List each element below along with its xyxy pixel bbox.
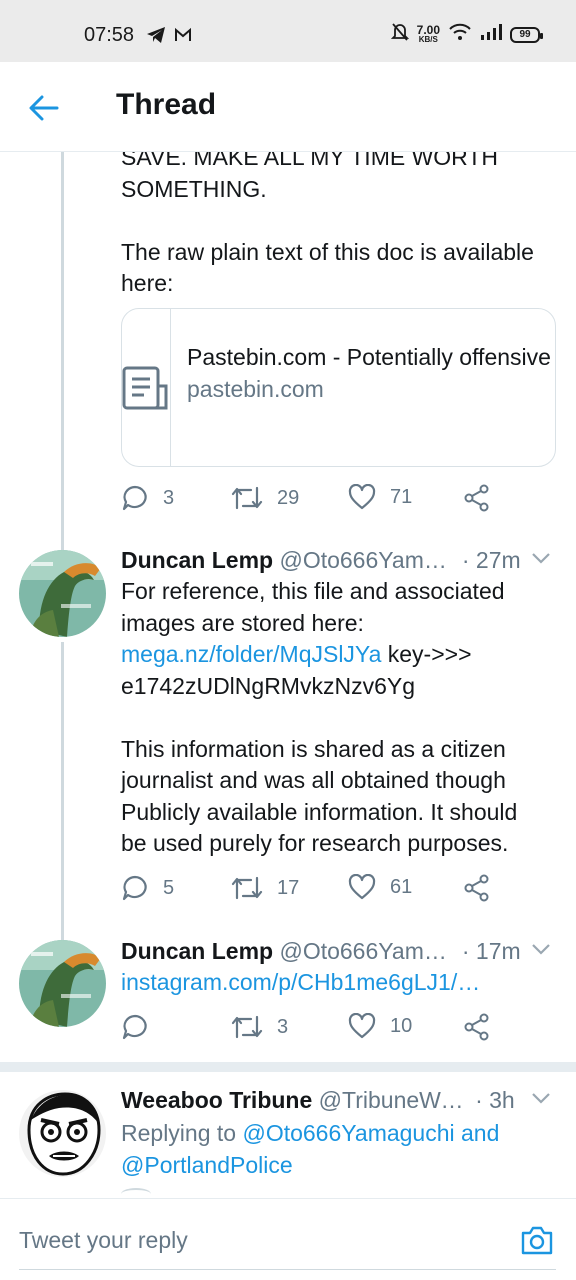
user-handle[interactable]: @Oto666Yamaguchi bbox=[279, 936, 455, 966]
tweet-time: · 17m bbox=[461, 938, 521, 964]
battery-icon: 99 bbox=[510, 26, 543, 43]
display-name[interactable]: Duncan Lemp bbox=[121, 545, 273, 575]
reply-icon bbox=[122, 485, 147, 511]
section-divider bbox=[0, 1062, 576, 1072]
status-bar: 07:58 7.00 KB/S 99 bbox=[0, 0, 576, 62]
card-thumbnail bbox=[122, 309, 171, 466]
share-icon bbox=[464, 1013, 489, 1041]
reply-button[interactable] bbox=[121, 1013, 163, 1041]
share-icon bbox=[464, 484, 489, 512]
heart-icon bbox=[348, 484, 376, 510]
display-name[interactable]: Weeaboo Tribune bbox=[121, 1085, 312, 1115]
mention-link[interactable]: @PortlandPolice bbox=[121, 1152, 293, 1178]
wifi-icon bbox=[448, 23, 472, 46]
mention-link[interactable]: @Oto666Yamaguchi bbox=[242, 1120, 454, 1146]
camera-button[interactable] bbox=[520, 1223, 554, 1257]
tweet-actions: 3 29 71 bbox=[121, 484, 501, 518]
share-button[interactable] bbox=[463, 874, 491, 902]
reply-icon bbox=[122, 875, 147, 901]
page-title: Thread bbox=[116, 88, 217, 121]
thread-connector bbox=[61, 152, 64, 550]
chevron-down-icon[interactable] bbox=[531, 942, 551, 956]
share-button[interactable] bbox=[463, 484, 491, 512]
input-underline bbox=[19, 1269, 556, 1270]
avatar[interactable] bbox=[19, 550, 106, 637]
thread-timeline[interactable]: SAVE. MAKE ALL MY TIME WORTH SOMETHING. … bbox=[0, 152, 576, 1198]
tweet-text: SAVE. MAKE ALL MY TIME WORTH SOMETHING. … bbox=[121, 152, 534, 296]
tweet-time: · 3h bbox=[475, 1087, 515, 1113]
chevron-down-icon[interactable] bbox=[531, 551, 551, 565]
tweet-text: instagram.com/p/CHb1me6gLJ1/… bbox=[121, 967, 561, 999]
document-icon bbox=[122, 366, 168, 409]
mute-bell-icon bbox=[390, 22, 409, 47]
tweet-actions: 5 17 61 bbox=[121, 874, 501, 908]
mail-icon bbox=[174, 27, 192, 48]
retweet-button[interactable]: 3 bbox=[231, 1013, 288, 1041]
retweet-button[interactable]: 17 bbox=[231, 874, 299, 902]
net-speed: 7.00 KB/S bbox=[416, 22, 440, 44]
card-title: Pastebin.com - Potentially offensive con… bbox=[187, 344, 555, 370]
reply-input[interactable]: Tweet your reply bbox=[19, 1227, 188, 1254]
tweet-header: Duncan Lemp @Oto666Yamaguchi · 27m bbox=[121, 545, 551, 575]
retweet-icon bbox=[231, 876, 263, 900]
tweet-link[interactable]: instagram.com/p/CHb1me6gLJ1/… bbox=[121, 969, 480, 995]
share-button[interactable] bbox=[463, 1013, 491, 1041]
link-card[interactable]: Pastebin.com - Potentially offensive con… bbox=[121, 308, 556, 467]
retweet-button[interactable]: 29 bbox=[231, 484, 299, 512]
arrow-left-icon bbox=[29, 95, 59, 121]
avatar[interactable] bbox=[19, 1090, 106, 1177]
status-time: 07:58 bbox=[84, 24, 135, 46]
reply-button[interactable]: 5 bbox=[121, 874, 174, 902]
like-button[interactable]: 10 bbox=[348, 1013, 412, 1039]
tweet-header: Duncan Lemp @Oto666Yamaguchi · 17m bbox=[121, 936, 551, 966]
retweet-icon bbox=[231, 1015, 263, 1039]
tweet-header: Weeaboo Tribune @TribuneWeeaboo · 3h bbox=[121, 1085, 551, 1115]
card-domain: pastebin.com bbox=[187, 375, 324, 402]
replying-to: Replying to @Oto666Yamaguchi and @Portla… bbox=[121, 1120, 500, 1178]
signal-icon bbox=[480, 23, 502, 46]
heart-icon bbox=[348, 874, 376, 900]
reply-composer: Tweet your reply bbox=[0, 1198, 576, 1280]
back-button[interactable] bbox=[26, 90, 62, 126]
top-app-bar: Thread bbox=[0, 62, 576, 152]
display-name[interactable]: Duncan Lemp bbox=[121, 936, 273, 966]
user-handle[interactable]: @TribuneWeeaboo bbox=[319, 1085, 469, 1115]
reply-button[interactable]: 3 bbox=[121, 484, 174, 512]
tweet-time: · 27m bbox=[461, 547, 521, 573]
like-button[interactable]: 61 bbox=[348, 874, 412, 900]
user-handle[interactable]: @Oto666Yamaguchi bbox=[279, 545, 455, 575]
thread-connector bbox=[61, 642, 64, 940]
share-icon bbox=[464, 874, 489, 902]
reply-icon bbox=[122, 1014, 147, 1040]
tweet-actions: 3 10 bbox=[121, 1013, 501, 1047]
emoji-fragment bbox=[121, 1188, 151, 1198]
like-button[interactable]: 71 bbox=[348, 484, 412, 510]
chevron-down-icon[interactable] bbox=[531, 1091, 551, 1105]
tweet-text: For reference, this file and associated … bbox=[121, 578, 518, 856]
telegram-icon bbox=[146, 26, 166, 49]
camera-icon bbox=[521, 1226, 553, 1255]
avatar[interactable] bbox=[19, 940, 106, 1027]
tweet-link[interactable]: mega.nz/folder/MqJSlJYa bbox=[121, 641, 381, 667]
retweet-icon bbox=[231, 486, 263, 510]
heart-icon bbox=[348, 1013, 376, 1039]
